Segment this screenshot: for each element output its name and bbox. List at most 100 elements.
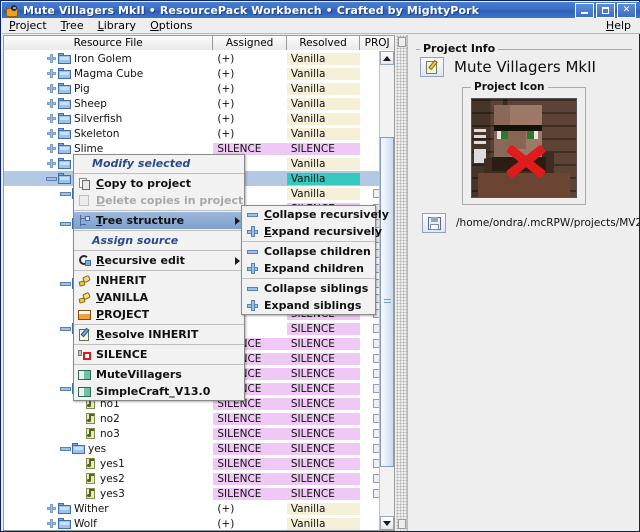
table-row[interactable]: yes2 SILENCE SILENCE [4, 471, 394, 486]
collapse-node-icon[interactable] [60, 383, 71, 394]
cell-assigned[interactable]: (+) [213, 68, 286, 80]
scroll-down-button[interactable] [380, 516, 394, 530]
expand-node-icon[interactable] [46, 158, 57, 169]
arrow-down-icon [383, 520, 391, 526]
collapse-node-icon[interactable] [60, 323, 71, 334]
divider-collapse-right-button[interactable] [398, 519, 406, 529]
expand-icon [246, 262, 260, 276]
expand-node-icon[interactable] [46, 68, 57, 79]
collapse-node-icon[interactable] [60, 218, 71, 229]
table-row[interactable]: Skeleton (+) Vanilla [4, 126, 394, 141]
submenu-item-collapse-children[interactable]: Collapse children [242, 243, 375, 260]
split-divider[interactable] [396, 35, 407, 531]
expand-node-icon[interactable] [46, 113, 57, 124]
table-row[interactable]: Pig (+) Vanilla [4, 81, 394, 96]
context-menu-item-mutevillagers[interactable]: MuteVillagers [74, 366, 244, 383]
context-menu-item-vanilla[interactable]: VANILLA [74, 289, 244, 306]
divider-collapse-left-button[interactable] [398, 37, 406, 47]
collapse-node-icon[interactable] [60, 278, 71, 289]
project-icon [78, 308, 92, 322]
table-row[interactable]: Wither (+) Vanilla [4, 501, 394, 516]
scroll-thumb[interactable] [380, 137, 394, 467]
cell-assigned[interactable]: SILENCE [213, 472, 287, 485]
column-header-resolved[interactable]: Resolved [286, 36, 361, 50]
column-header-proj[interactable]: PROJ [360, 36, 394, 50]
menu-help[interactable]: Help [599, 18, 638, 33]
menu-item-label: VANILLA [96, 291, 149, 304]
collapse-node-icon[interactable] [46, 173, 57, 184]
context-menu-item-tree-structure[interactable]: Tree structure [74, 212, 244, 229]
submenu-item-expand-recursively[interactable]: Expand recursively [242, 223, 382, 240]
cell-assigned[interactable]: SILENCE [213, 487, 287, 500]
cell-assigned[interactable]: (+) [213, 83, 286, 95]
table-row[interactable]: Silverfish (+) Vanilla [4, 111, 394, 126]
expand-node-icon[interactable] [46, 128, 57, 139]
table-row[interactable]: no2 SILENCE SILENCE [4, 411, 394, 426]
table-row[interactable]: no3 SILENCE SILENCE [4, 426, 394, 441]
context-menu-item-silence[interactable]: SILENCE [74, 346, 244, 363]
cell-assigned[interactable]: (+) [213, 98, 286, 110]
table-row[interactable]: yes SILENCE SILENCE [4, 441, 394, 456]
submenu-item-expand-siblings[interactable]: Expand siblings [242, 297, 375, 314]
cell-assigned[interactable]: (+) [213, 53, 286, 65]
menu-options[interactable]: Options [143, 18, 199, 33]
cell-assigned[interactable]: (+) [213, 128, 286, 140]
expand-icon [246, 225, 260, 239]
table-row[interactable]: yes3 SILENCE SILENCE [4, 486, 394, 501]
table-row[interactable]: Sheep (+) Vanilla [4, 96, 394, 111]
table-row[interactable]: Magma Cube (+) Vanilla [4, 66, 394, 81]
expand-node-icon[interactable] [46, 503, 57, 514]
expand-node-icon[interactable] [46, 83, 57, 94]
collapse-node-icon[interactable] [60, 188, 71, 199]
table-row[interactable]: Iron Golem (+) Vanilla [4, 51, 394, 66]
cell-resolved: Vanilla [286, 187, 361, 200]
expand-node-icon[interactable] [46, 53, 57, 64]
context-menu-item-project[interactable]: PROJECT [74, 306, 244, 323]
cell-assigned[interactable]: SILENCE [213, 442, 287, 455]
context-menu-item-copy-to-project[interactable]: Copy to project [74, 175, 244, 192]
context-menu-item-recursive-edit[interactable]: Recursive edit [74, 252, 244, 269]
column-header-resource-file[interactable]: Resource File [4, 36, 214, 50]
cell-assigned[interactable]: (+) [213, 503, 286, 515]
context-menu-item-modify-selected: Modify selected [74, 155, 244, 172]
menu-tree[interactable]: Tree [54, 18, 91, 33]
cell-assigned[interactable]: (+) [213, 518, 286, 530]
table-row[interactable]: Wolf (+) Vanilla [4, 516, 394, 530]
open-folder-button[interactable] [422, 213, 446, 233]
cell-assigned[interactable]: SILENCE [213, 412, 287, 425]
folder-icon [72, 443, 85, 454]
collapse-node-icon[interactable] [60, 443, 71, 454]
cell-resolved: Vanilla [286, 172, 361, 185]
context-menu-item-simplecraft-v13-0[interactable]: SimpleCraft_V13.0 [74, 383, 244, 400]
context-menu-item-assign-source: Assign source [74, 232, 244, 249]
edit-project-button[interactable] [420, 57, 444, 77]
expand-node-icon[interactable] [46, 143, 57, 154]
maximize-button[interactable] [596, 2, 615, 18]
submenu-item-collapse-recursively[interactable]: Collapse recursively [242, 206, 389, 223]
submenu-item-collapse-siblings[interactable]: Collapse siblings [242, 280, 375, 297]
close-button[interactable]: ✕ [617, 2, 636, 18]
sound-icon [86, 458, 97, 469]
submenu-item-expand-children[interactable]: Expand children [242, 260, 375, 277]
menu-project[interactable]: Project [2, 18, 54, 33]
project-path-row: /home/ondra/.mcRPW/projects/MV2 [422, 213, 640, 233]
project-path: /home/ondra/.mcRPW/projects/MV2 [456, 217, 640, 229]
column-header-assigned[interactable]: Assigned [213, 36, 287, 50]
cell-assigned[interactable]: (+) [213, 113, 286, 125]
scroll-up-button[interactable] [380, 51, 394, 65]
expand-node-icon[interactable] [46, 518, 57, 529]
cell-assigned[interactable]: SILENCE [213, 142, 287, 155]
villager-face-image[interactable] [471, 98, 577, 198]
menu-library[interactable]: Library [91, 18, 143, 33]
cell-assigned[interactable]: SILENCE [213, 427, 287, 440]
tree-vertical-scrollbar[interactable] [379, 51, 394, 530]
context-menu-item-resolve-inherit[interactable]: Resolve INHERIT [74, 326, 244, 343]
cell-resolved: Vanilla [286, 157, 361, 170]
expand-node-icon[interactable] [46, 98, 57, 109]
table-row[interactable]: yes1 SILENCE SILENCE [4, 456, 394, 471]
context-menu: Modify selected Copy to project Delete cop… [73, 154, 245, 401]
context-menu-item-inherit[interactable]: INHERIT [74, 272, 244, 289]
minimize-button[interactable] [575, 2, 594, 18]
cell-assigned[interactable]: SILENCE [213, 457, 287, 470]
